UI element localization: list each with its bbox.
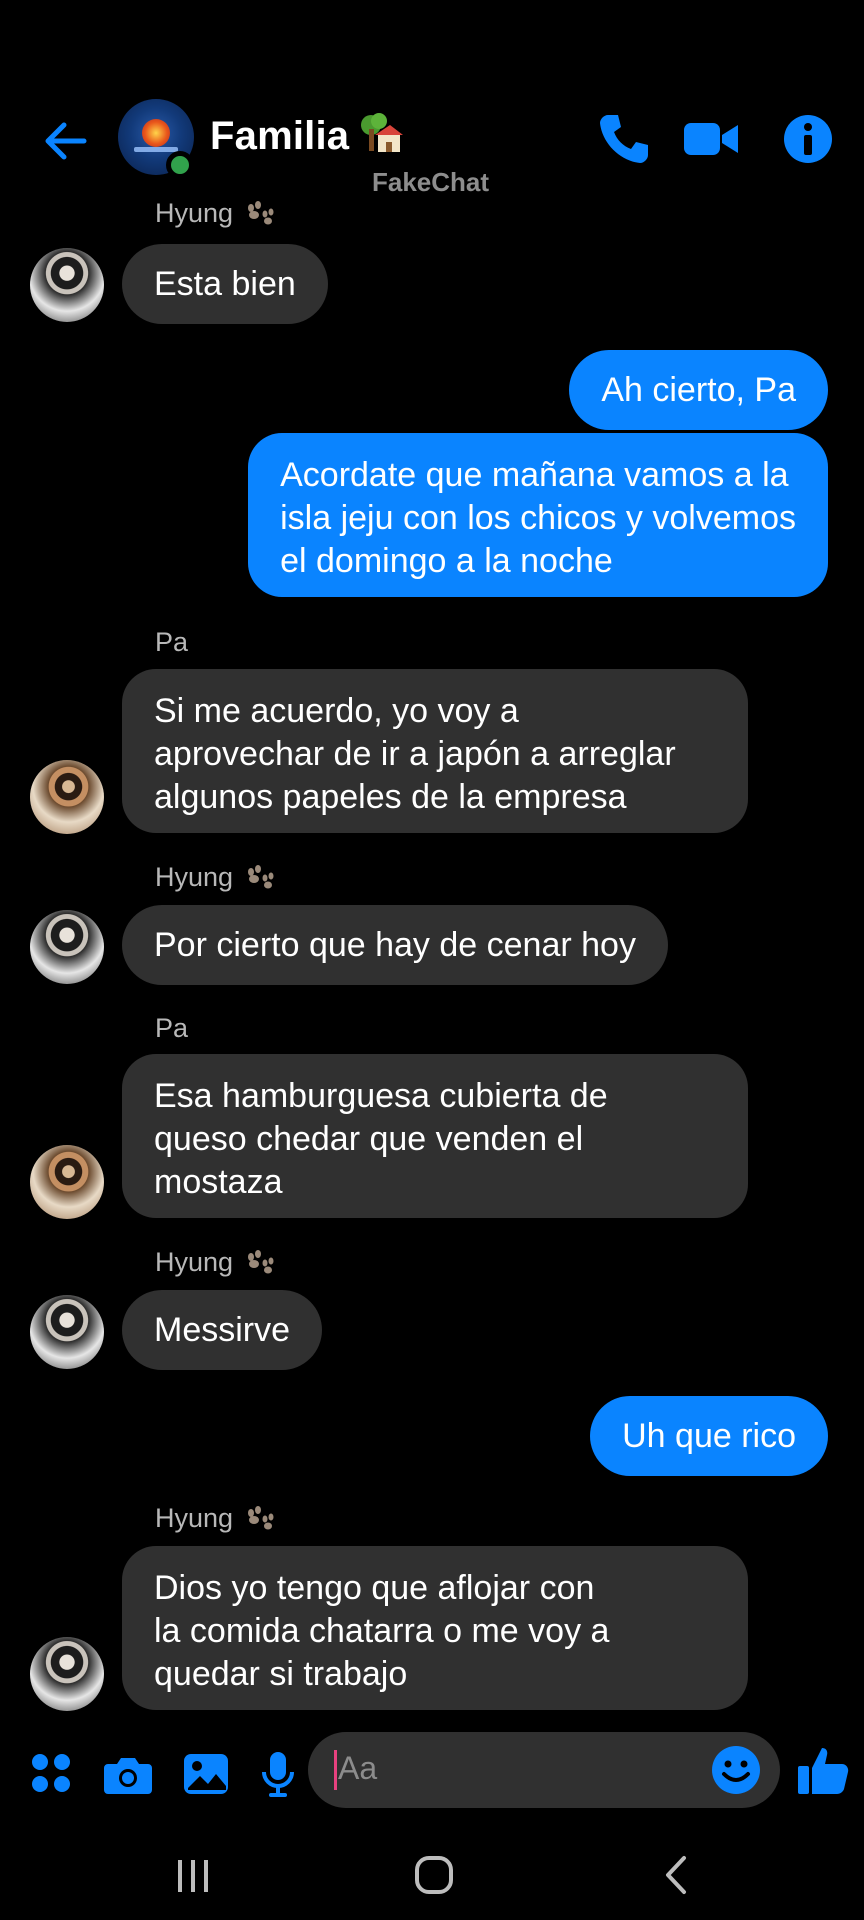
message-text: la comida chatarra o me voy a <box>154 1612 610 1650</box>
message-text: Messirve <box>154 1311 291 1349</box>
message-text: Uh que rico <box>622 1417 796 1455</box>
message-text: algunos papeles de la empresa <box>154 778 627 816</box>
recent-apps-icon[interactable] <box>168 1850 218 1900</box>
avatar-hyung[interactable] <box>30 248 104 322</box>
message-bubble-incoming[interactable]: Si me acuerdo, yo voy a aprovechar de ir… <box>122 669 748 833</box>
message-text: Esa hamburguesa cubierta de <box>154 1077 608 1115</box>
back-arrow-icon[interactable] <box>38 113 94 169</box>
message-bubble-outgoing[interactable]: Ah cierto, Pa <box>569 350 828 430</box>
message-bubble-incoming[interactable]: Esta bien <box>122 244 328 324</box>
avatar-logo-text <box>134 147 178 152</box>
chat-title[interactable]: Familia <box>210 113 404 159</box>
message-composer: Aa <box>0 1732 864 1818</box>
chat-header: Familia FakeChat <box>0 95 864 215</box>
message-text: Si me acuerdo, yo voy a <box>154 692 519 730</box>
sender-label: Hyung <box>155 862 275 893</box>
system-nav-bar <box>0 1840 864 1920</box>
chat-title-text: Familia <box>210 114 350 158</box>
message-bubble-incoming[interactable]: Por cierto que hay de cenar hoy <box>122 905 668 985</box>
message-text: queso chedar que venden el <box>154 1120 584 1158</box>
paw-prints-icon <box>243 1505 275 1533</box>
avatar-hyung[interactable] <box>30 1637 104 1711</box>
message-text: el domingo a la noche <box>280 542 613 580</box>
paw-prints-icon <box>243 864 275 892</box>
video-camera-icon[interactable] <box>682 109 740 169</box>
avatar-hyung[interactable] <box>30 1295 104 1369</box>
sender-label: Hyung <box>155 198 275 229</box>
message-text: Acordate que mañana vamos a la <box>280 456 789 494</box>
sender-label: Pa <box>155 1013 189 1043</box>
message-text: Por cierto que hay de cenar hoy <box>154 926 636 964</box>
message-input[interactable]: Aa <box>308 1732 780 1808</box>
sender-label: Hyung <box>155 1247 275 1278</box>
avatar-logo <box>142 119 170 147</box>
image-icon[interactable] <box>180 1748 232 1800</box>
message-text: mostaza <box>154 1163 283 1201</box>
sender-label: Hyung <box>155 1503 275 1534</box>
paw-prints-icon <box>243 1249 275 1277</box>
avatar-pa[interactable] <box>30 760 104 834</box>
avatar-hyung[interactable] <box>30 910 104 984</box>
camera-icon[interactable] <box>102 1748 154 1800</box>
message-text: Ah cierto, Pa <box>601 371 796 409</box>
home-icon[interactable] <box>410 1850 460 1900</box>
online-status-dot <box>166 151 194 179</box>
back-icon[interactable] <box>652 1850 702 1900</box>
message-bubble-incoming[interactable]: Dios yo tengo que aflojar con la comida … <box>122 1546 748 1710</box>
phone-icon[interactable] <box>594 109 654 169</box>
message-text: isla jeju con los chicos y volvemos <box>280 499 796 537</box>
emoji-icon[interactable] <box>710 1744 762 1796</box>
message-bubble-incoming[interactable]: Messirve <box>122 1290 323 1370</box>
message-text: Esta bien <box>154 265 296 303</box>
message-text: Dios yo tengo que aflojar con <box>154 1569 595 1607</box>
thumbs-up-icon[interactable] <box>796 1742 852 1798</box>
avatar-pa[interactable] <box>30 1145 104 1219</box>
apps-icon[interactable] <box>26 1748 78 1800</box>
microphone-icon[interactable] <box>258 1748 298 1800</box>
text-cursor <box>334 1750 337 1790</box>
message-bubble-incoming[interactable]: Esa hamburguesa cubierta de queso chedar… <box>122 1054 748 1218</box>
watermark: FakeChat <box>372 167 490 197</box>
message-text: quedar si trabajo <box>154 1655 408 1693</box>
message-bubble-outgoing[interactable]: Uh que rico <box>590 1396 828 1476</box>
message-bubble-outgoing[interactable]: Acordate que mañana vamos a la isla jeju… <box>248 433 828 597</box>
message-input-placeholder: Aa <box>338 1750 378 1786</box>
tree-house-emoji-icon <box>357 113 404 155</box>
paw-prints-icon <box>243 200 275 228</box>
info-icon[interactable] <box>778 109 838 169</box>
message-text: aprovechar de ir a japón a arreglar <box>154 735 676 773</box>
sender-label: Pa <box>155 627 189 657</box>
